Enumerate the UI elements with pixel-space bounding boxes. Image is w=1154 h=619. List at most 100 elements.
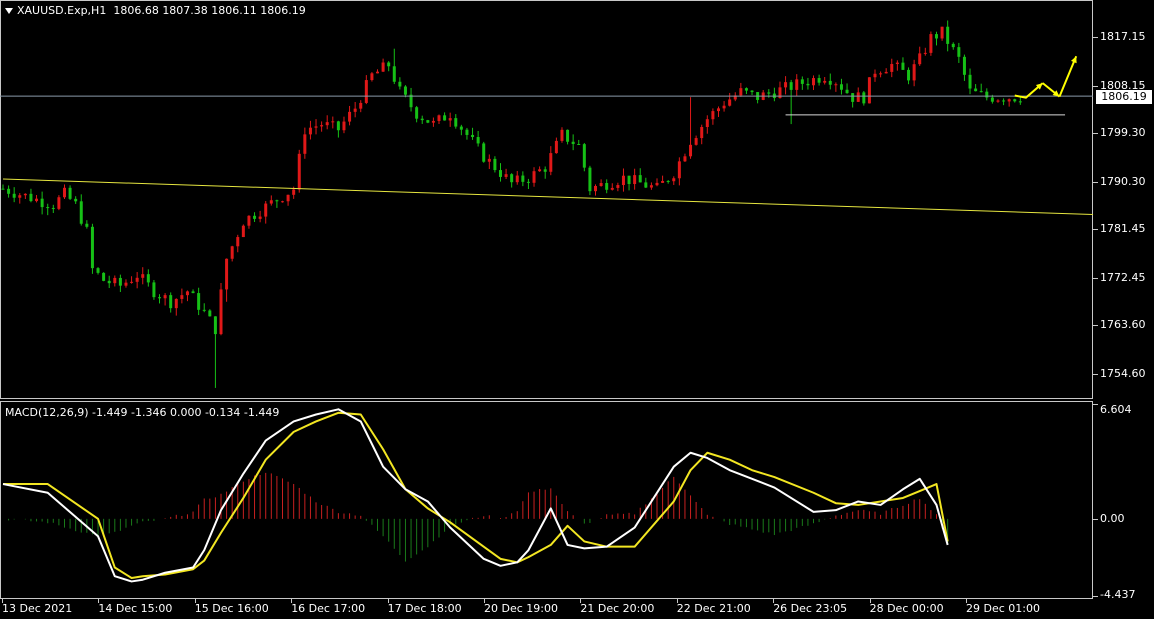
candle-body xyxy=(280,201,284,203)
candle-body xyxy=(722,105,726,109)
candle-body xyxy=(683,156,687,162)
candle-body xyxy=(241,225,245,238)
candle-body xyxy=(314,126,318,128)
candle-body xyxy=(979,91,983,93)
candle-body xyxy=(197,293,201,310)
candle-body xyxy=(336,121,340,131)
candle-body xyxy=(253,215,257,219)
candle-body xyxy=(169,295,173,309)
candle-body xyxy=(951,43,955,48)
candle-body xyxy=(118,277,122,286)
candle-body xyxy=(1002,100,1006,102)
candle-body xyxy=(493,158,497,171)
signal-line xyxy=(3,411,949,579)
candle-body xyxy=(381,62,385,72)
candle-body xyxy=(465,129,469,135)
candle-body xyxy=(359,102,363,109)
candle-body xyxy=(694,138,698,145)
candle-body xyxy=(247,215,251,226)
candle-body xyxy=(191,291,195,294)
candle-body xyxy=(521,175,525,182)
candle-body xyxy=(459,126,463,130)
candle-body xyxy=(141,274,145,278)
candle-body xyxy=(845,89,849,94)
candle-body xyxy=(292,189,296,195)
candle-body xyxy=(839,84,843,90)
candle-body xyxy=(135,277,139,282)
candle-body xyxy=(12,193,16,198)
candle-body xyxy=(767,92,771,94)
candle-body xyxy=(230,246,234,259)
candle-body xyxy=(789,82,793,90)
candle-body xyxy=(716,108,720,112)
candle-body xyxy=(890,64,894,72)
candle-body xyxy=(398,81,402,87)
candle-body xyxy=(705,119,709,128)
candle-body xyxy=(504,174,508,177)
candle-body xyxy=(448,118,452,121)
projection-arrow xyxy=(1058,55,1078,97)
candle-body xyxy=(415,107,419,119)
candle-body xyxy=(638,175,642,183)
candle-body xyxy=(208,310,212,317)
candle-body xyxy=(420,118,424,121)
candle-body xyxy=(303,134,307,154)
candle-body xyxy=(823,80,827,83)
candle-body xyxy=(364,80,368,103)
candle-body xyxy=(443,115,447,121)
candle-body xyxy=(74,198,78,202)
candle-body xyxy=(130,281,134,283)
candle-body xyxy=(543,169,547,172)
candle-body xyxy=(90,226,94,269)
candle-body xyxy=(929,34,933,53)
candle-body xyxy=(621,175,625,186)
candle-body xyxy=(912,64,916,81)
candle-body xyxy=(57,197,61,209)
candle-body xyxy=(482,143,486,162)
candle-body xyxy=(526,181,530,183)
candle-body xyxy=(644,182,648,188)
candle-body xyxy=(403,86,407,95)
candle-body xyxy=(471,134,475,138)
candle-body xyxy=(18,195,22,198)
candle-body xyxy=(152,282,156,298)
candle-body xyxy=(85,223,89,227)
candle-body xyxy=(974,88,978,92)
chart-canvas xyxy=(0,20,1094,583)
candle-body xyxy=(739,88,743,96)
candle-body xyxy=(672,178,676,182)
candle-body xyxy=(538,169,542,172)
candle-body xyxy=(79,201,83,224)
candle-body xyxy=(7,188,11,194)
candle-body xyxy=(985,91,989,98)
candle-body xyxy=(895,62,899,65)
candle-body xyxy=(113,277,117,284)
candle-body xyxy=(180,295,184,299)
candle-body xyxy=(29,193,33,202)
candle-body xyxy=(264,203,268,217)
candle-body xyxy=(689,144,693,157)
candle-body xyxy=(1013,99,1017,102)
candle-body xyxy=(582,144,586,168)
candle-body xyxy=(828,80,832,85)
candle-body xyxy=(158,297,162,299)
candle-body xyxy=(918,53,922,65)
candle-body xyxy=(107,280,111,284)
candle-body xyxy=(286,194,290,202)
candle-body xyxy=(454,118,458,127)
candle-body xyxy=(996,100,1000,102)
candle-body xyxy=(940,26,944,39)
candle-body xyxy=(213,316,217,335)
candle-body xyxy=(431,120,435,123)
candle-body xyxy=(560,129,564,141)
candle-body xyxy=(812,78,816,86)
candle-body xyxy=(1018,101,1022,103)
candle-body xyxy=(124,282,128,286)
candle-body xyxy=(487,158,491,162)
candle-body xyxy=(51,207,55,209)
candle-body xyxy=(884,71,888,74)
candle-body xyxy=(661,180,665,183)
candle-body xyxy=(700,127,704,139)
candle-body xyxy=(879,73,883,75)
candle-body xyxy=(744,88,748,91)
